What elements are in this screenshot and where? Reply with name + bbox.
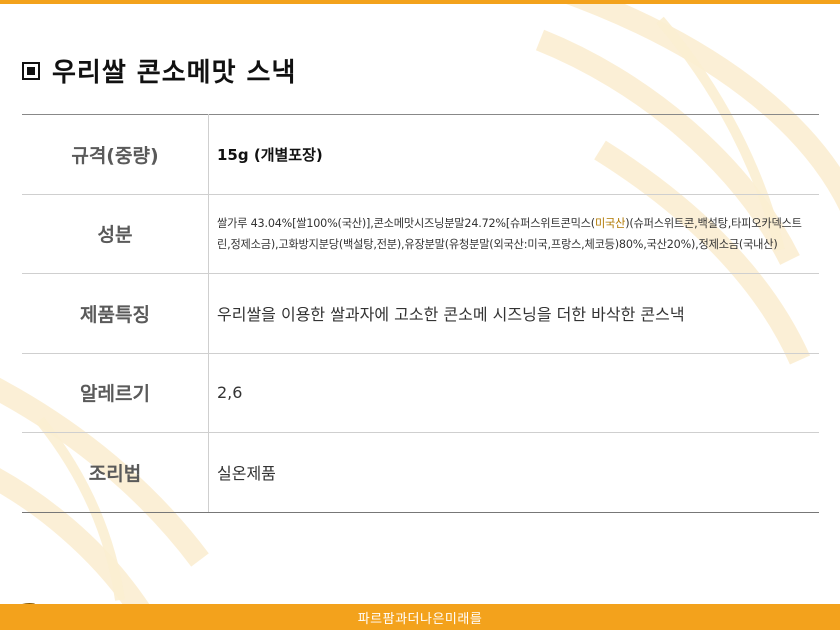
row-value-recipe: 실온제품 <box>208 432 819 513</box>
table-row: 규격(중량) 15g (개별포장) <box>22 114 819 195</box>
product-spec-table: 규격(중량) 15g (개별포장) 성분 쌀가루 43.04%[쌀100%(국산… <box>22 114 819 513</box>
footer-slogan: 파르팜과더나은미래를 <box>357 611 483 627</box>
table-row: 조리법 실온제품 <box>22 432 819 513</box>
row-value-allergy: 2,6 <box>208 353 819 433</box>
table-row: 성분 쌀가루 43.04%[쌀100%(국산)],콘소메맛시즈닝분말24.72%… <box>22 194 819 274</box>
table-row: 제품특징 우리쌀을 이용한 쌀과자에 고소한 콘소메 시즈닝을 더한 바삭한 콘… <box>22 273 819 354</box>
row-value-ingredients: 쌀가루 43.04%[쌀100%(국산)],콘소메맛시즈닝분말24.72%[슈퍼… <box>208 194 819 274</box>
footer-bar: 파르팜과더나은미래를 <box>0 604 840 630</box>
square-bullet-icon <box>22 61 40 80</box>
ingredients-text-1: 쌀가루 43.04%[쌀100%(국산)],콘소메맛시즈닝분말24.72%[슈퍼… <box>217 216 595 230</box>
top-accent-bar <box>0 0 840 4</box>
page-title-row: 우리쌀 콘소메맛 스낵 <box>22 52 296 89</box>
row-label-features: 제품특징 <box>22 273 209 354</box>
row-label-allergy: 알레르기 <box>22 353 209 433</box>
page-title: 우리쌀 콘소메맛 스낵 <box>52 58 297 88</box>
table-row: 알레르기 2,6 <box>22 353 819 433</box>
row-label-ingredients: 성분 <box>22 194 209 274</box>
row-label-recipe: 조리법 <box>22 432 209 513</box>
ingredients-highlight: 미국산 <box>594 216 626 230</box>
row-value-spec: 15g (개별포장) <box>208 114 819 195</box>
row-value-features: 우리쌀을 이용한 쌀과자에 고소한 콘소메 시즈닝을 더한 바삭한 콘스낵 <box>208 273 819 354</box>
row-label-spec: 규격(중량) <box>22 114 209 195</box>
